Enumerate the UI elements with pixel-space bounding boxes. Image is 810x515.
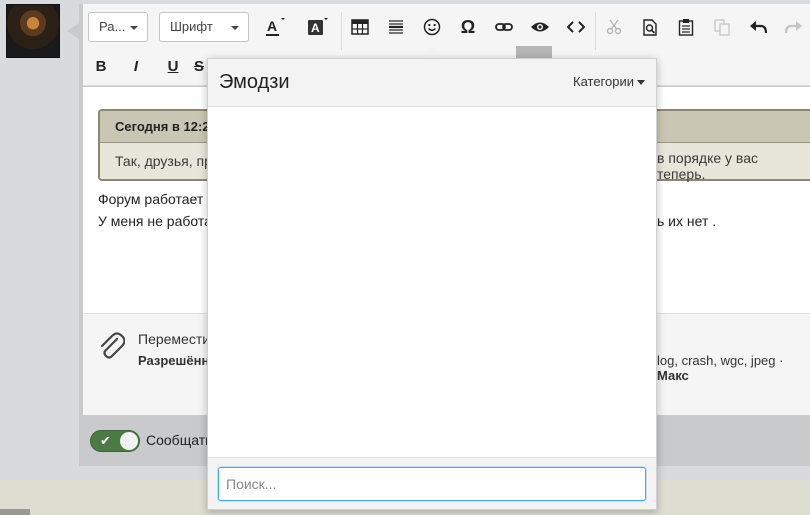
check-icon: ✔: [100, 433, 111, 448]
font-family-label: Шрифт: [170, 19, 213, 34]
omega-icon: Ω: [460, 16, 476, 37]
message-line-1: Форум работает: [98, 191, 204, 207]
horizontal-rule-icon: [389, 20, 403, 34]
emoji-search-input[interactable]: [218, 467, 646, 501]
emoji-popup-footer: [208, 457, 656, 509]
underline-button[interactable]: U: [158, 51, 188, 81]
notify-toggle[interactable]: ✔: [90, 430, 140, 452]
preview-button[interactable]: [525, 12, 555, 42]
toolbar-overflow-chip: [516, 46, 552, 58]
code-icon: [567, 21, 585, 33]
find-document-icon: [643, 18, 657, 36]
italic-icon: I: [133, 57, 139, 75]
message-line-2: У меня не работа: [98, 213, 212, 229]
avatar-pointer: [67, 23, 79, 39]
paragraph-format-label: Ра...: [99, 19, 126, 34]
svg-text:A: A: [311, 21, 320, 35]
insert-link-button[interactable]: [489, 12, 519, 42]
toggle-knob: [120, 432, 138, 450]
font-family-select[interactable]: Шрифт: [159, 12, 249, 42]
text-color-button[interactable]: A: [258, 12, 288, 42]
emoji-button[interactable]: [417, 12, 447, 42]
max-size-label: Макс: [657, 368, 689, 383]
undo-button[interactable]: [743, 12, 773, 42]
attach-drag-text: Перемести: [138, 331, 211, 347]
bold-icon: B: [95, 57, 107, 75]
chevron-down-icon: [130, 26, 138, 30]
message-line-2-continued: ь их нет .: [657, 213, 717, 229]
copy-button[interactable]: [707, 12, 737, 42]
link-icon: [495, 23, 513, 31]
categories-dropdown[interactable]: Категории: [573, 74, 645, 89]
table-icon: [351, 19, 369, 35]
quote-body-continued: в порядке у вас теперь.: [657, 150, 758, 182]
find-button[interactable]: [635, 12, 665, 42]
clipboard-icon: [678, 19, 694, 36]
emoji-popup: Эмодзи Категории: [207, 58, 657, 510]
svg-text:A: A: [267, 18, 277, 34]
copy-icon: [714, 18, 730, 36]
background-color-icon: A: [308, 18, 328, 35]
strikethrough-icon: S: [193, 57, 204, 75]
italic-button[interactable]: I: [121, 51, 151, 81]
scissors-icon: [606, 19, 622, 35]
bottom-stub: [0, 509, 30, 515]
redo-icon: [785, 21, 802, 34]
redo-button[interactable]: [779, 12, 809, 42]
toolbar-separator: [595, 12, 596, 50]
chevron-down-icon: [231, 26, 239, 30]
emoji-popup-header: Эмодзи Категории: [208, 59, 656, 107]
bold-button[interactable]: B: [86, 51, 116, 81]
undo-icon: [750, 21, 767, 34]
smiley-icon: [423, 18, 441, 36]
eye-icon: [531, 22, 549, 32]
toolbar-separator: [341, 12, 342, 50]
underline-icon: U: [167, 57, 179, 75]
allowed-extensions-values: log, crash, wgc, jpeg ·: [657, 353, 784, 368]
special-characters-button[interactable]: Ω: [453, 12, 483, 42]
strikethrough-button[interactable]: S: [191, 51, 207, 81]
paste-button[interactable]: [671, 12, 701, 42]
chevron-down-icon: [637, 80, 645, 86]
allowed-extensions-list: log, crash, wgc, jpeg · Макс: [657, 353, 810, 383]
emoji-list[interactable]: [208, 107, 656, 457]
background-color-button[interactable]: A: [301, 12, 331, 42]
emoji-popup-title: Эмодзи: [219, 71, 290, 93]
insert-table-button[interactable]: [345, 12, 375, 42]
categories-label: Категории: [573, 74, 634, 89]
paragraph-format-select[interactable]: Ра...: [88, 12, 148, 42]
user-avatar[interactable]: [6, 4, 60, 58]
paperclip-icon: [100, 332, 125, 359]
allowed-extensions-label: Разрешённ: [138, 353, 210, 368]
horizontal-rule-button[interactable]: [381, 12, 411, 42]
text-color-icon: A: [266, 18, 285, 36]
source-code-button[interactable]: [561, 12, 591, 42]
cut-button[interactable]: [599, 12, 629, 42]
notify-toggle-label: Сообщать: [146, 432, 213, 448]
